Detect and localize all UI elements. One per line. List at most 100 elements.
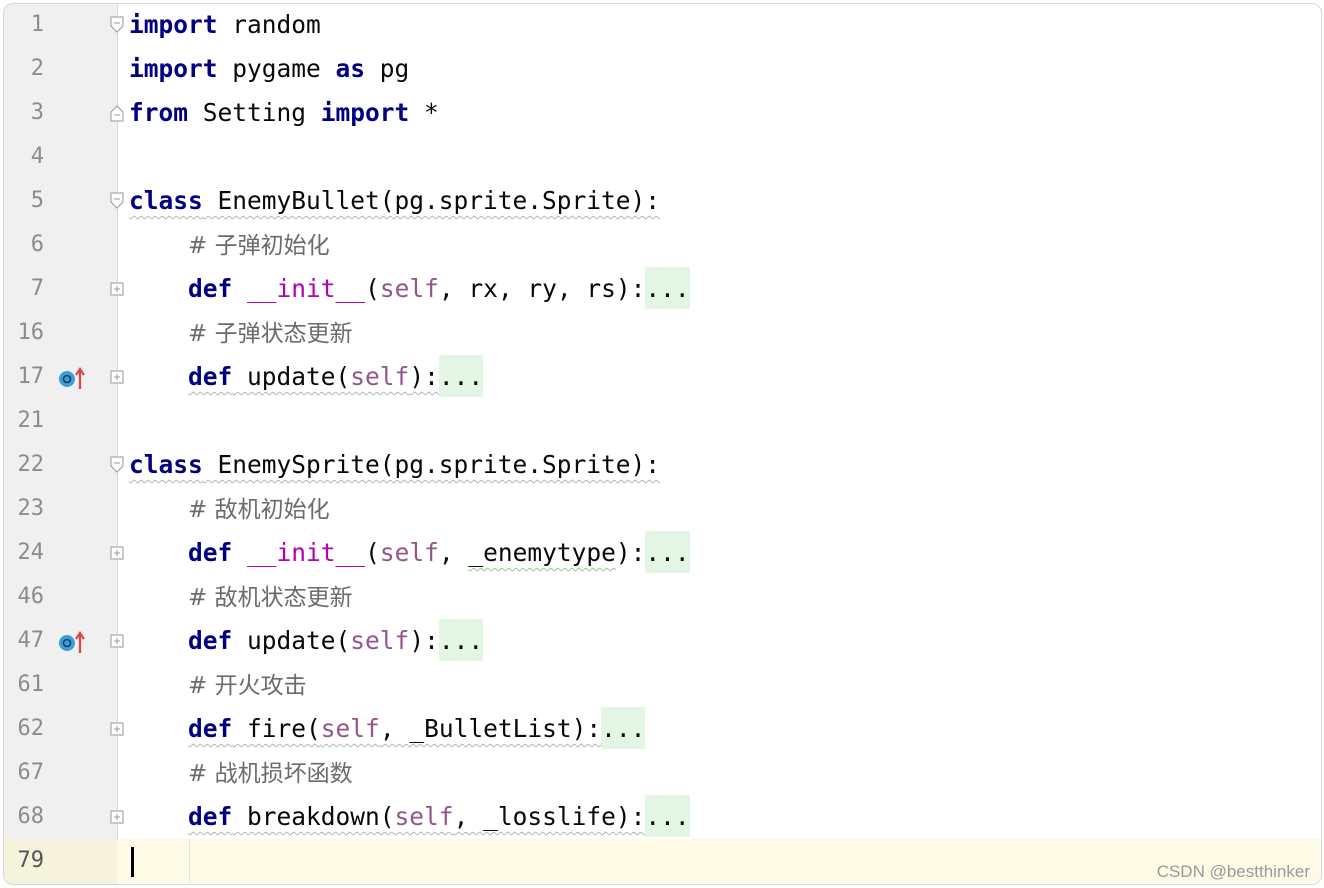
code-token: pygame xyxy=(217,54,336,83)
code-token: ): xyxy=(409,626,439,655)
collapse-fold-icon[interactable] xyxy=(110,192,124,210)
folded-code-placeholder[interactable]: ... xyxy=(645,267,690,309)
code-text[interactable]: import random xyxy=(129,4,321,47)
code-token: self xyxy=(350,626,410,655)
code-line[interactable]: 46 # 敌机状态更新 xyxy=(4,575,1321,619)
line-number[interactable]: 23 xyxy=(4,487,45,531)
line-number[interactable]: 67 xyxy=(4,751,45,795)
code-text[interactable]: from Setting import * xyxy=(129,91,439,135)
code-token: , xyxy=(438,538,469,567)
line-number[interactable]: 3 xyxy=(4,91,44,135)
code-text[interactable]: class EnemySprite(pg.sprite.Sprite): xyxy=(129,443,660,487)
folded-code-placeholder[interactable]: ... xyxy=(438,355,484,397)
line-number[interactable]: 6 xyxy=(4,223,44,267)
expand-fold-icon[interactable] xyxy=(110,280,124,298)
code-token: _enemytype xyxy=(468,538,616,567)
line-number[interactable]: 46 xyxy=(4,575,45,619)
code-line[interactable]: 68 def breakdown(self, _losslife):... xyxy=(4,795,1321,839)
code-token: class xyxy=(129,450,203,479)
code-token: random xyxy=(217,10,321,39)
code-line[interactable]: 16 # 子弹状态更新 xyxy=(4,311,1321,355)
override-method-icon[interactable] xyxy=(58,367,88,389)
code-comment: # 开火攻击 xyxy=(188,673,307,699)
code-line[interactable]: 21 xyxy=(4,399,1321,443)
code-token: def xyxy=(188,626,233,655)
code-line[interactable]: 67 # 战机损坏函数 xyxy=(4,751,1321,795)
code-text[interactable]: # 战机损坏函数 xyxy=(129,751,353,795)
line-number[interactable]: 2 xyxy=(4,47,44,91)
code-line[interactable]: 61 # 开火攻击 xyxy=(4,663,1321,707)
line-number[interactable]: 4 xyxy=(4,135,44,179)
code-line[interactable]: 1 import random xyxy=(4,4,1321,47)
line-number[interactable]: 5 xyxy=(4,179,44,223)
code-line[interactable]: 62 def fire(self, _BulletList):... xyxy=(4,707,1321,751)
code-text[interactable]: # 敌机初始化 xyxy=(129,487,330,531)
code-token: import xyxy=(320,98,410,127)
code-token: , _losslife): xyxy=(453,802,646,831)
code-token: pg xyxy=(365,54,410,83)
line-number[interactable]: 21 xyxy=(4,399,45,443)
collapse-fold-icon[interactable] xyxy=(110,104,124,122)
current-line[interactable]: 79 xyxy=(4,839,1321,883)
expand-fold-icon[interactable] xyxy=(110,720,124,738)
code-token: from xyxy=(129,98,189,127)
code-text[interactable]: class EnemyBullet(pg.sprite.Sprite): xyxy=(129,179,660,223)
code-line[interactable]: 6 # 子弹初始化 xyxy=(4,223,1321,267)
code-line[interactable]: 24 def __init__(self, _enemytype):... xyxy=(4,531,1321,575)
line-number[interactable]: 16 xyxy=(4,311,45,355)
expand-fold-icon[interactable] xyxy=(110,632,124,650)
code-line[interactable]: 2 import pygame as pg xyxy=(4,47,1321,91)
code-text[interactable]: def update(self):... xyxy=(129,355,484,399)
override-method-icon[interactable] xyxy=(58,631,88,653)
line-number[interactable]: 62 xyxy=(4,707,45,751)
code-text[interactable]: def fire(self, _BulletList):... xyxy=(129,707,646,751)
line-number[interactable]: 61 xyxy=(4,663,45,707)
expand-fold-icon[interactable] xyxy=(110,544,124,562)
code-text[interactable]: def update(self):... xyxy=(129,619,484,663)
line-number[interactable]: 17 xyxy=(4,355,45,399)
code-editor[interactable]: 1 import random 2 import pygame as pg 3 from … xyxy=(3,3,1322,885)
code-token: ( xyxy=(365,274,380,303)
code-text[interactable]: # 开火攻击 xyxy=(129,663,307,707)
code-token: fire( xyxy=(232,714,321,743)
code-line[interactable]: 5 class EnemyBullet(pg.sprite.Sprite): xyxy=(4,179,1321,223)
code-line[interactable]: 47 def update(self):... xyxy=(4,619,1321,663)
collapse-fold-icon[interactable] xyxy=(110,456,124,474)
code-token: , _BulletList): xyxy=(379,714,602,743)
expand-fold-icon[interactable] xyxy=(110,368,124,386)
code-token: , rx, ry, rs): xyxy=(438,274,646,303)
expand-fold-icon[interactable] xyxy=(110,808,124,826)
code-line[interactable]: 7 def __init__(self, rx, ry, rs):... xyxy=(4,267,1321,311)
code-token: EnemyBullet(pg.sprite.Sprite): xyxy=(202,186,661,215)
code-line[interactable]: 23 # 敌机初始化 xyxy=(4,487,1321,531)
code-text[interactable]: def breakdown(self, _losslife):... xyxy=(129,795,690,839)
collapse-fold-icon[interactable] xyxy=(110,16,124,34)
line-number[interactable]: 79 xyxy=(4,839,45,883)
code-text[interactable]: # 子弹状态更新 xyxy=(129,311,353,355)
code-line[interactable]: 4 xyxy=(4,135,1321,179)
code-text[interactable]: def __init__(self, _enemytype):... xyxy=(129,531,690,575)
folded-code-placeholder[interactable]: ... xyxy=(645,795,690,837)
code-text[interactable]: def __init__(self, rx, ry, rs):... xyxy=(129,267,690,311)
line-number[interactable]: 1 xyxy=(4,4,44,47)
line-number[interactable]: 7 xyxy=(4,267,44,311)
code-text[interactable]: # 敌机状态更新 xyxy=(129,575,353,619)
folded-code-placeholder[interactable]: ... xyxy=(438,619,484,661)
code-line[interactable]: 3 from Setting import * xyxy=(4,91,1321,135)
line-number[interactable]: 22 xyxy=(4,443,45,487)
code-line[interactable]: 17 def update(self):... xyxy=(4,355,1321,399)
line-number[interactable]: 68 xyxy=(4,795,45,839)
code-line[interactable]: 22 class EnemySprite(pg.sprite.Sprite): xyxy=(4,443,1321,487)
line-number[interactable]: 24 xyxy=(4,531,45,575)
code-comment: # 子弹初始化 xyxy=(188,233,330,259)
line-number[interactable]: 47 xyxy=(4,619,45,663)
folded-code-placeholder[interactable]: ... xyxy=(645,531,690,573)
code-text[interactable]: # 子弹初始化 xyxy=(129,223,330,267)
folded-code-placeholder[interactable]: ... xyxy=(601,707,646,749)
code-text[interactable]: import pygame as pg xyxy=(129,47,409,91)
